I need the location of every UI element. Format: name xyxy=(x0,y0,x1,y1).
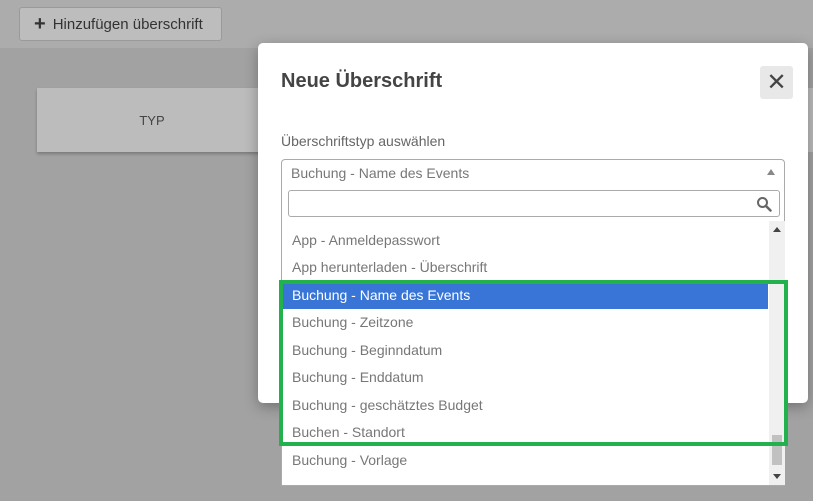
option-item-selected[interactable]: Buchung - Name des Events xyxy=(282,282,768,309)
select-current-value: Buchung - Name des Events xyxy=(291,165,470,181)
dropdown-search-input[interactable] xyxy=(289,191,779,216)
scroll-thumb[interactable] xyxy=(772,435,782,465)
option-item[interactable]: Buchung - Zeitzone xyxy=(282,309,768,336)
background-card-edge xyxy=(808,88,813,152)
add-heading-button[interactable]: + Hinzufügen überschrift xyxy=(19,7,222,41)
options-list: App - Anmeldepasswort App herunterladen … xyxy=(282,221,768,485)
option-item[interactable]: Buchung - geschätztes Budget xyxy=(282,392,768,419)
option-item[interactable]: App - Anmeldepasswort xyxy=(282,227,768,254)
add-heading-label: Hinzufügen überschrift xyxy=(52,15,203,33)
column-header-label: TYP xyxy=(139,112,165,128)
option-item[interactable]: Buchung - Beginndatum xyxy=(282,337,768,364)
option-item[interactable]: Buchen - Standort xyxy=(282,419,768,446)
option-item[interactable]: Buchung - Vorlage xyxy=(282,447,768,474)
scroll-down-icon[interactable] xyxy=(773,474,781,479)
column-header-typ: TYP xyxy=(37,88,267,152)
heading-type-label: Überschriftstyp auswählen xyxy=(281,133,446,149)
close-button[interactable]: ✕ xyxy=(760,66,793,99)
dropdown-scrollbar[interactable] xyxy=(769,221,785,485)
dropdown-search[interactable] xyxy=(288,190,780,217)
option-item[interactable]: Buchung - Enddatum xyxy=(282,364,768,391)
close-icon: ✕ xyxy=(766,69,787,96)
plus-icon: + xyxy=(34,13,46,35)
search-icon xyxy=(757,197,772,212)
scroll-up-icon[interactable] xyxy=(773,227,781,232)
option-item[interactable]: App herunterladen - Überschrift xyxy=(282,254,768,281)
chevron-up-icon xyxy=(767,169,775,175)
heading-type-select[interactable]: Buchung - Name des Events xyxy=(281,159,785,186)
heading-type-dropdown: App - Anmeldepasswort App herunterladen … xyxy=(281,186,785,486)
modal-title: Neue Überschrift xyxy=(281,70,443,92)
